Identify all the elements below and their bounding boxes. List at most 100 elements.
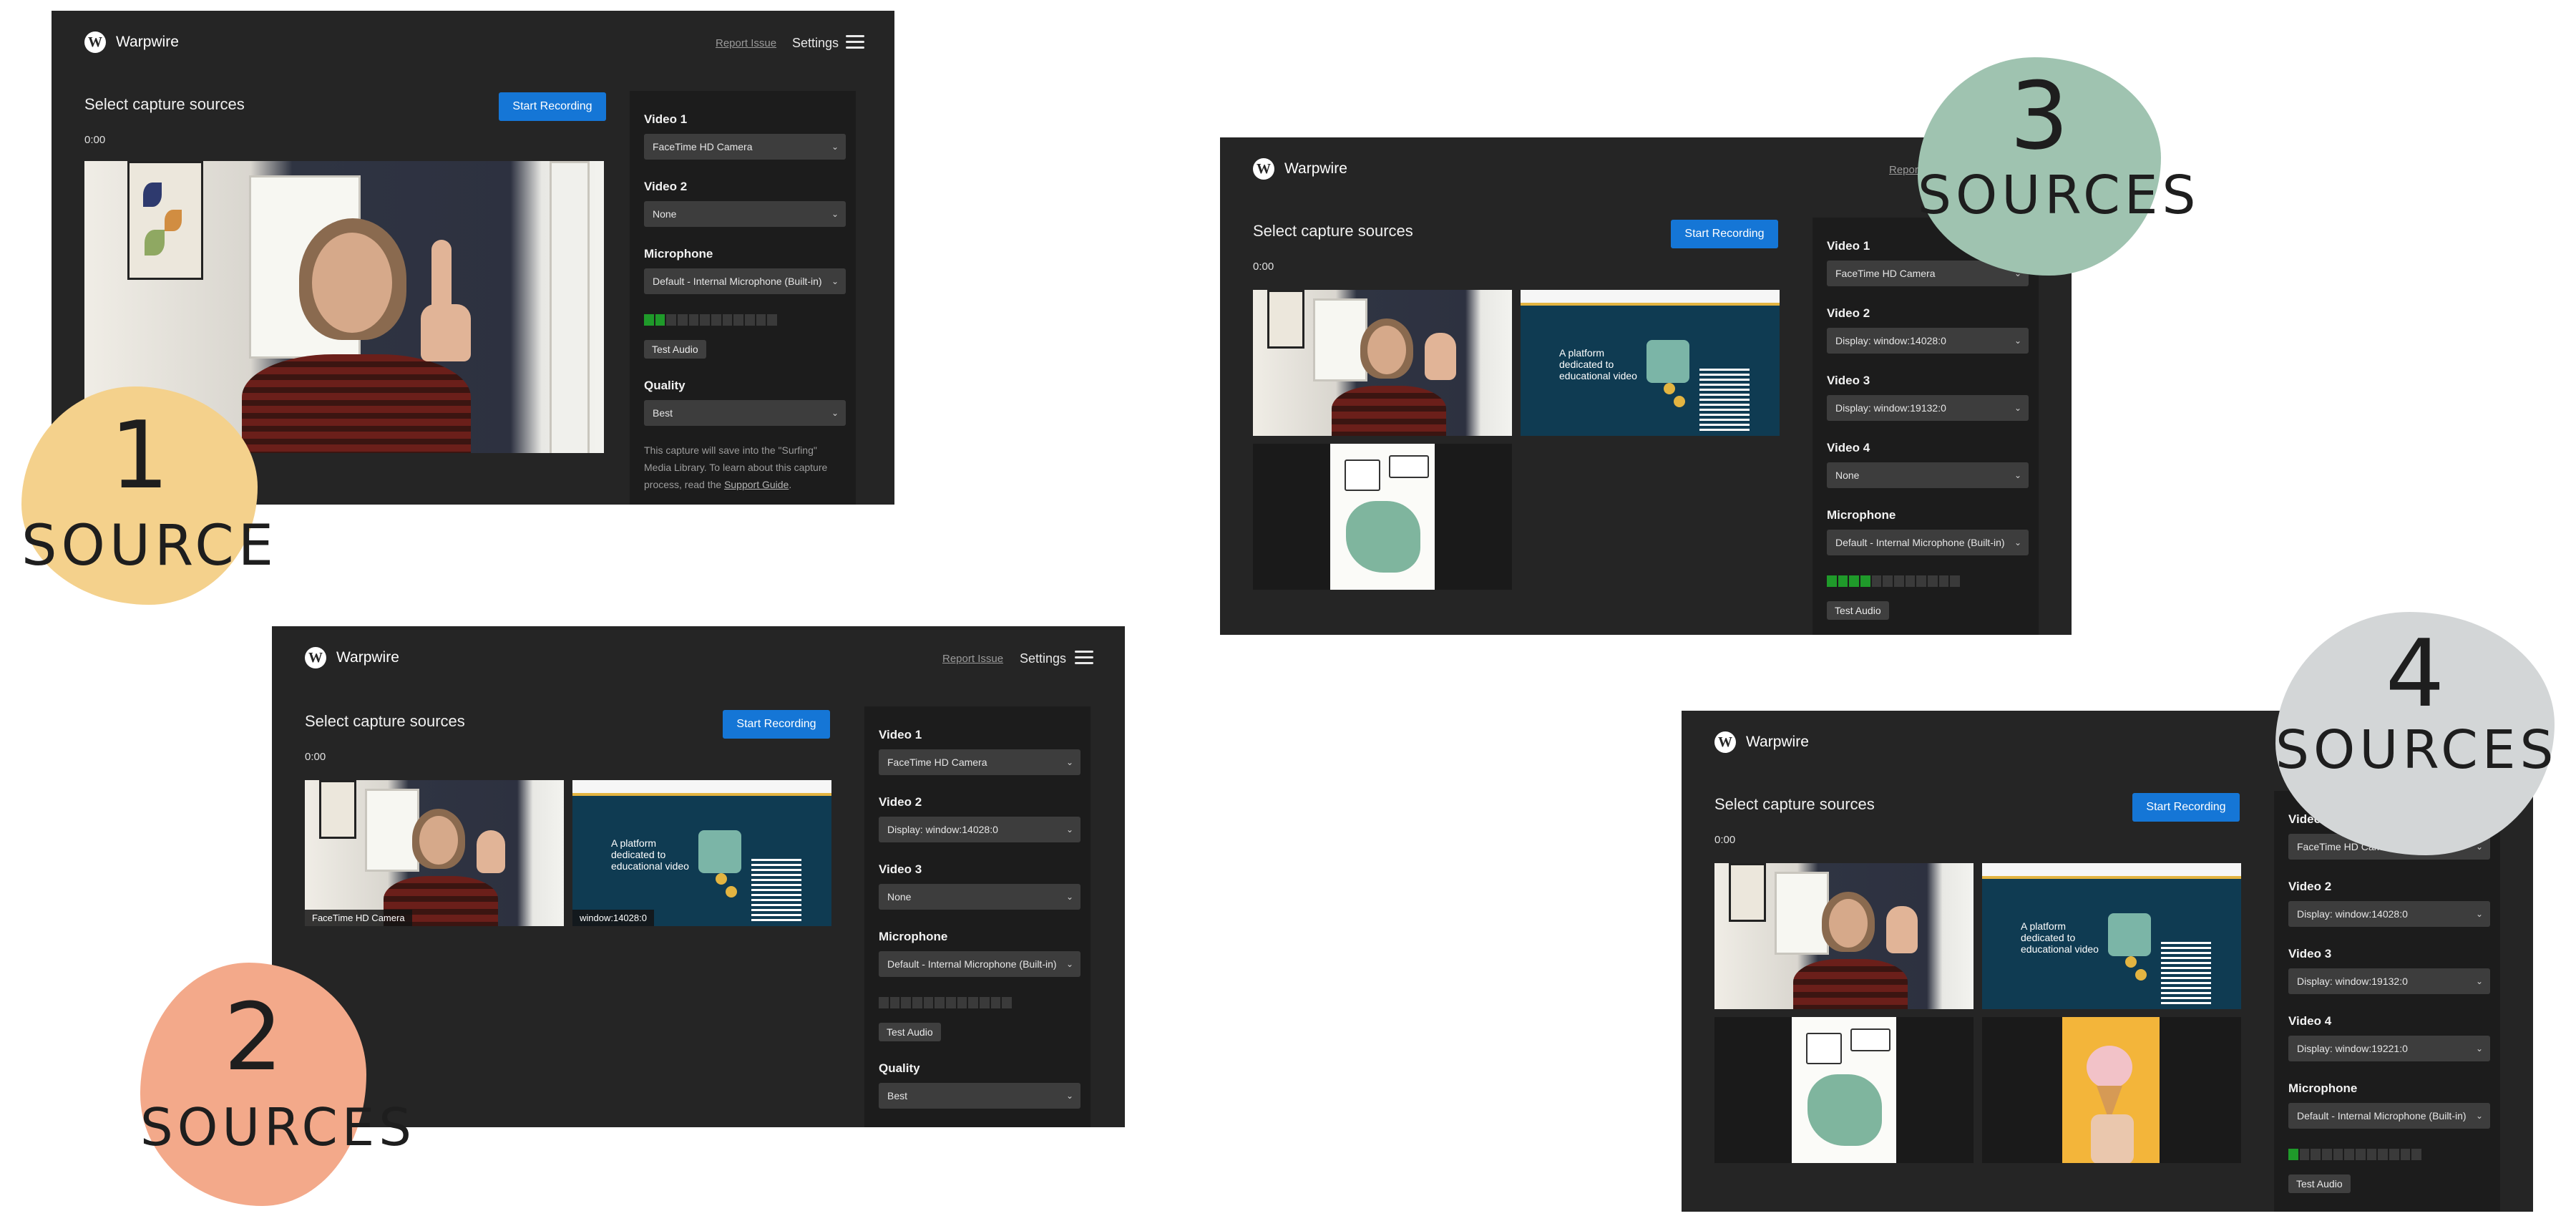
brand-name: Warpwire: [336, 649, 399, 666]
badge-word: SOURCES: [2275, 719, 2558, 781]
audio-level-bar: [901, 997, 912, 1008]
audio-level-bar: [1002, 997, 1013, 1008]
audio-level-bar: [946, 997, 956, 1008]
microphone-select[interactable]: Default - Internal Microphone (Built-in)…: [1827, 530, 2029, 555]
audio-level-bar: [889, 997, 900, 1008]
audio-level-bar: [990, 997, 1001, 1008]
settings-link[interactable]: Settings: [1020, 651, 1066, 666]
badge-four-sources: 4 SOURCES: [2275, 612, 2555, 855]
microphone-select[interactable]: Default - Internal Microphone (Built-in)…: [644, 268, 846, 294]
video-1-select[interactable]: FaceTime HD Camera ⌄: [644, 134, 846, 160]
audio-level-bar: [1916, 575, 1927, 587]
recording-timer: 0:00: [1253, 261, 1274, 273]
microphone-select[interactable]: Default - Internal Microphone (Built-in)…: [2288, 1103, 2490, 1129]
app-logo[interactable]: W Warpwire: [84, 31, 179, 53]
quality-select[interactable]: Best ⌄: [879, 1083, 1080, 1109]
camera-preview-caption: FaceTime HD Camera: [305, 910, 412, 926]
web-headline: A platform dedicated to educational vide…: [611, 837, 689, 872]
app-logo[interactable]: W Warpwire: [1714, 731, 1809, 753]
audio-level-bar: [2411, 1149, 2422, 1160]
page-title: Select capture sources: [84, 95, 245, 113]
audio-level-bar: [1827, 575, 1837, 587]
video-4-select[interactable]: Display: window:19221:0 ⌄: [2288, 1036, 2490, 1061]
test-audio-button[interactable]: Test Audio: [1827, 601, 1889, 620]
video-2-select[interactable]: Display: window:14028:0 ⌄: [2288, 901, 2490, 927]
audio-level-bar: [2356, 1149, 2366, 1160]
audio-level-bar: [678, 314, 688, 326]
start-recording-button[interactable]: Start Recording: [499, 92, 606, 121]
test-audio-button[interactable]: Test Audio: [879, 1023, 941, 1041]
chevron-down-icon: ⌄: [831, 209, 839, 219]
video-2-select[interactable]: Display: window:14028:0 ⌄: [1827, 328, 2029, 354]
video-3-select[interactable]: Display: window:19132:0 ⌄: [2288, 968, 2490, 994]
audio-level-bar: [2378, 1149, 2389, 1160]
warpwire-logo-icon: W: [305, 647, 326, 668]
recording-timer: 0:00: [84, 134, 106, 146]
badge-number: 2: [223, 983, 283, 1091]
video-3-select[interactable]: None ⌄: [879, 884, 1080, 910]
microphone-value: Default - Internal Microphone (Built-in): [2297, 1110, 2467, 1122]
chevron-down-icon: ⌄: [2014, 336, 2021, 346]
video-2-label: Video 2: [879, 795, 922, 809]
chevron-down-icon: ⌄: [2475, 909, 2483, 919]
start-recording-button[interactable]: Start Recording: [1671, 220, 1778, 248]
hamburger-menu-icon[interactable]: [1075, 651, 1093, 665]
microphone-value: Default - Internal Microphone (Built-in): [1835, 537, 2005, 548]
audio-level-bar: [2288, 1149, 2298, 1160]
image-window-preview: [1982, 1017, 2241, 1163]
settings-link[interactable]: Settings: [792, 36, 839, 51]
test-audio-button[interactable]: Test Audio: [644, 340, 706, 359]
video-1-select[interactable]: FaceTime HD Camera ⌄: [879, 749, 1080, 775]
badge-two-sources: 2 SOURCES: [140, 963, 416, 1206]
chevron-down-icon: ⌄: [2471, 1103, 2483, 1129]
audio-level-bar: [1883, 575, 1893, 587]
video-2-select[interactable]: None ⌄: [644, 201, 846, 227]
warpwire-logo-icon: W: [1714, 731, 1736, 753]
video-2-select[interactable]: Display: window:14028:0 ⌄: [879, 817, 1080, 842]
support-note: This capture will save into the "Surfing…: [644, 444, 828, 490]
audio-level-bar: [1849, 575, 1860, 587]
warpwire-logo-icon: W: [1253, 158, 1274, 180]
audio-level-bar: [2366, 1149, 2377, 1160]
app-logo[interactable]: W Warpwire: [305, 647, 399, 668]
report-issue-link[interactable]: Report Issue: [716, 37, 776, 49]
audio-level-bar: [935, 997, 945, 1008]
support-guide-link[interactable]: Support Guide: [724, 479, 789, 490]
audio-level-meter: [644, 314, 778, 326]
audio-level-meter: [2288, 1149, 2422, 1160]
chevron-down-icon: ⌄: [1065, 824, 1073, 835]
audio-level-bar: [2311, 1149, 2321, 1160]
video-4-select[interactable]: None ⌄: [1827, 462, 2029, 488]
badge-word: SOURCES: [140, 1097, 416, 1157]
badge-one-source: 1 SOURCE: [21, 386, 273, 605]
source-settings-panel: Video 1 FaceTime HD Camera ⌄ Video 2 Disp…: [864, 706, 1091, 1127]
page-title: Select capture sources: [1253, 222, 1413, 240]
app-logo[interactable]: W Warpwire: [1253, 158, 1347, 180]
audio-level-bar: [2389, 1149, 2399, 1160]
audio-level-bar: [957, 997, 967, 1008]
page-title: Select capture sources: [1714, 795, 1875, 813]
video-1-label: Video 1: [879, 728, 922, 741]
test-audio-button[interactable]: Test Audio: [2288, 1174, 2351, 1193]
video-3-value: Display: window:19132:0: [2297, 976, 2408, 987]
start-recording-button[interactable]: Start Recording: [2132, 793, 2240, 822]
sketch-window-preview: [1253, 444, 1512, 590]
sketch-window-preview: [1714, 1017, 1974, 1163]
brand-name: Warpwire: [1284, 160, 1347, 177]
audio-level-bar: [756, 314, 766, 326]
quality-label: Quality: [644, 379, 686, 392]
video-1-value: FaceTime HD Camera: [1835, 268, 1936, 279]
hamburger-menu-icon[interactable]: [846, 35, 864, 49]
recording-timer: 0:00: [305, 751, 326, 763]
video-3-select[interactable]: Display: window:19132:0 ⌄: [1827, 395, 2029, 421]
video-2-value: Display: window:14028:0: [1835, 335, 1946, 346]
video-1-value: FaceTime HD Camera: [887, 757, 987, 768]
audio-level-bar: [655, 314, 665, 326]
microphone-select[interactable]: Default - Internal Microphone (Built-in)…: [879, 951, 1080, 977]
quality-select[interactable]: Best ⌄: [644, 400, 846, 426]
report-issue-link[interactable]: Report Issue: [942, 653, 1003, 665]
audio-level-bar: [1871, 575, 1882, 587]
start-recording-button[interactable]: Start Recording: [723, 710, 830, 739]
window-preview: A platform dedicated to educational vide…: [1521, 290, 1780, 436]
audio-level-bar: [1860, 575, 1870, 587]
